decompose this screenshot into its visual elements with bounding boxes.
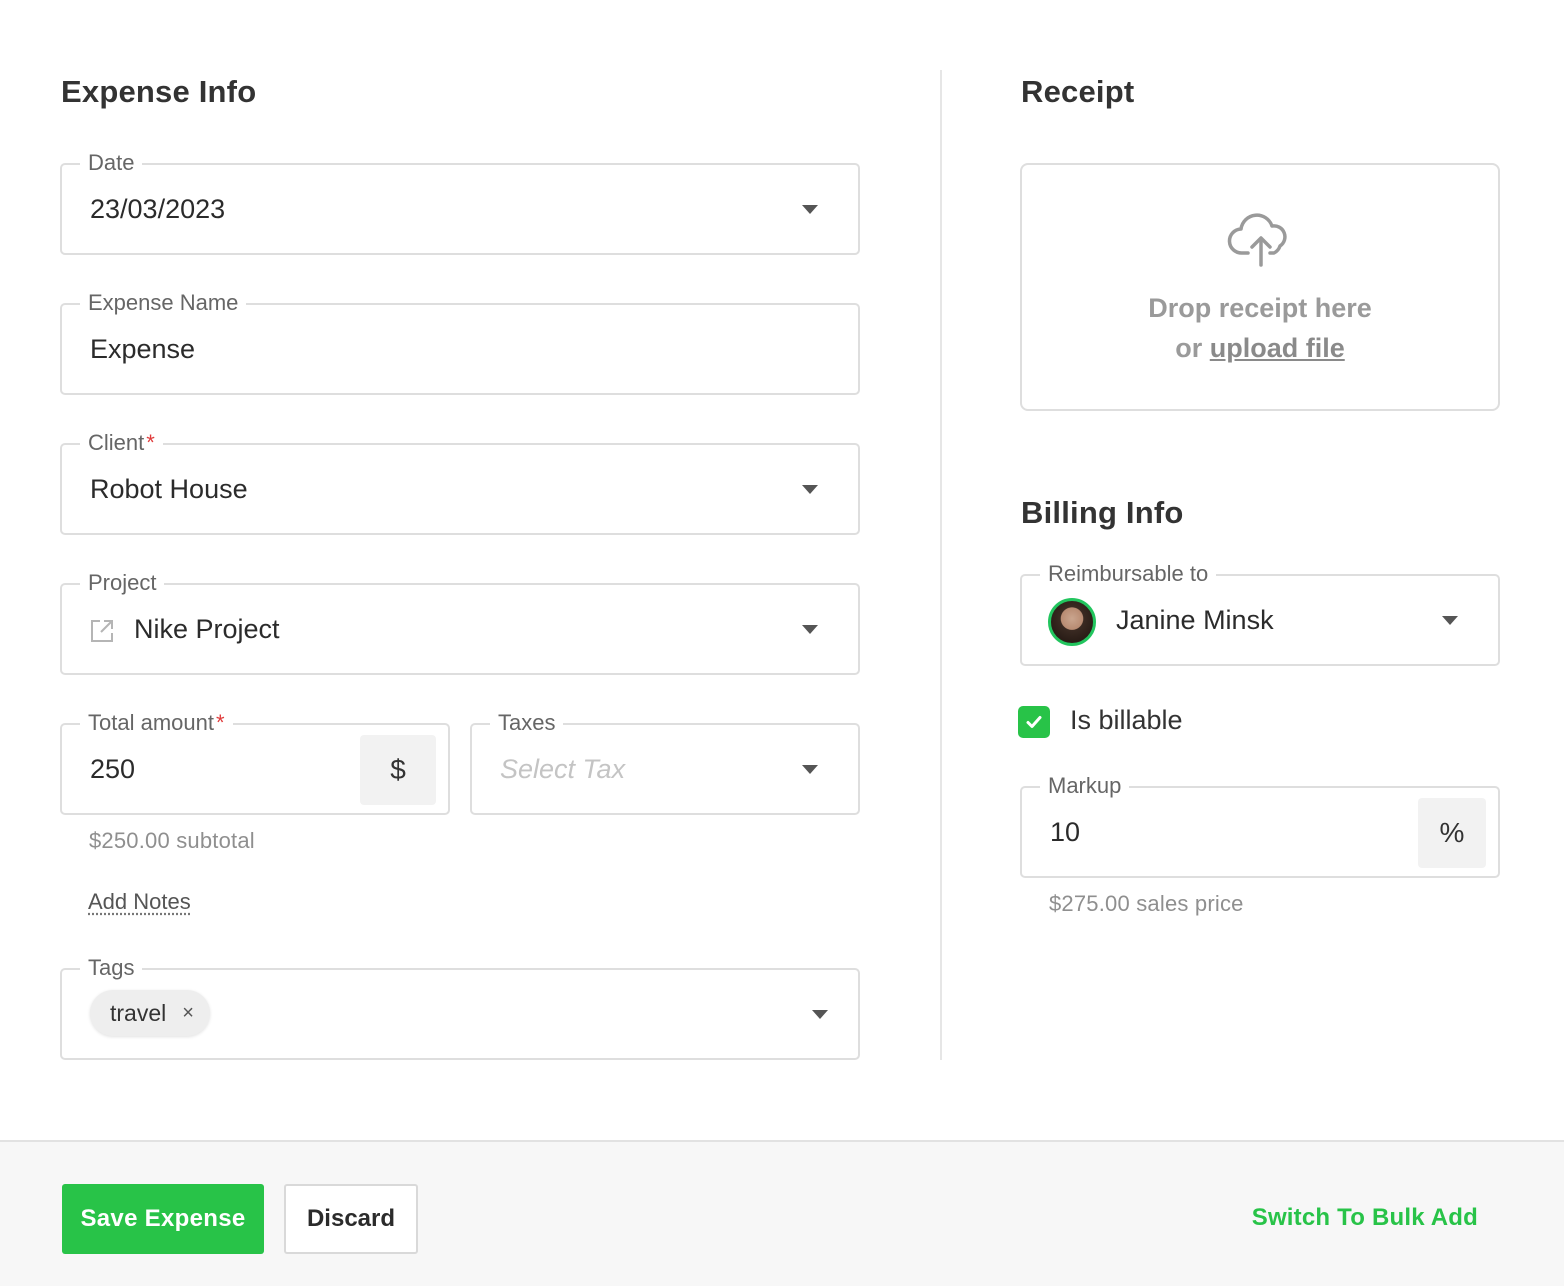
- client-field[interactable]: Client* Robot House: [60, 429, 860, 535]
- markup-value: 10: [1050, 816, 1081, 847]
- total-amount-field[interactable]: Total amount* 250 $: [60, 709, 450, 815]
- percent-addon: %: [1418, 798, 1486, 868]
- date-field[interactable]: Date 23/03/2023: [60, 149, 860, 255]
- is-billable-checkbox[interactable]: [1018, 706, 1050, 738]
- tags-field[interactable]: Tags travel ×: [60, 954, 860, 1060]
- is-billable-label: Is billable: [1070, 705, 1183, 735]
- sales-price-helper: $275.00 sales price: [1049, 891, 1244, 916]
- tag-label: travel: [110, 999, 167, 1026]
- cloud-upload-icon: [1226, 209, 1296, 274]
- check-icon: [1026, 716, 1042, 728]
- upload-file-link[interactable]: upload file: [1210, 333, 1345, 363]
- currency-addon: $: [360, 735, 436, 805]
- tag-chip: travel ×: [90, 990, 210, 1036]
- footer-bar: Save Expense Discard Switch To Bulk Add: [0, 1140, 1564, 1286]
- external-link-icon[interactable]: [90, 619, 114, 648]
- date-value: 23/03/2023: [90, 193, 226, 224]
- receipt-dropzone[interactable]: Drop receipt here or upload file: [1020, 163, 1500, 411]
- billing-info-title: Billing Info: [1021, 495, 1184, 530]
- subtotal-helper: $250.00 subtotal: [89, 828, 255, 853]
- discard-button[interactable]: Discard: [284, 1184, 418, 1254]
- reimbursable-to-value: Janine Minsk: [1116, 604, 1274, 635]
- upload-line: or upload file: [1022, 333, 1498, 364]
- expense-name-value: Expense: [90, 333, 196, 364]
- close-icon[interactable]: ×: [182, 1002, 194, 1025]
- chevron-down-icon[interactable]: [802, 205, 818, 214]
- required-marker: *: [215, 710, 225, 735]
- taxes-field[interactable]: Taxes Select Tax: [470, 709, 860, 815]
- chevron-down-icon[interactable]: [802, 485, 818, 494]
- or-text: or: [1175, 333, 1203, 363]
- chevron-down-icon[interactable]: [802, 765, 818, 774]
- chevron-down-icon[interactable]: [812, 1010, 828, 1019]
- project-field[interactable]: Project Nike Project: [60, 569, 860, 675]
- avatar: [1048, 598, 1096, 646]
- chevron-down-icon[interactable]: [1442, 616, 1458, 625]
- save-expense-button[interactable]: Save Expense: [62, 1184, 264, 1254]
- expense-name-field[interactable]: Expense Name Expense: [60, 289, 860, 395]
- add-notes-link[interactable]: Add Notes: [88, 889, 191, 915]
- drop-receipt-text: Drop receipt here: [1148, 293, 1372, 323]
- client-value: Robot House: [90, 473, 248, 504]
- column-divider: [940, 70, 942, 1060]
- switch-to-bulk-add-link[interactable]: Switch To Bulk Add: [1252, 1204, 1478, 1232]
- expense-info-title: Expense Info: [61, 74, 257, 109]
- total-amount-value: 250: [90, 753, 136, 784]
- project-value: Nike Project: [134, 613, 280, 644]
- tags-label: Tags: [80, 954, 143, 982]
- chevron-down-icon[interactable]: [802, 625, 818, 634]
- taxes-placeholder: Select Tax: [500, 753, 626, 784]
- markup-field[interactable]: Markup 10 %: [1020, 772, 1500, 878]
- receipt-title: Receipt: [1021, 74, 1135, 109]
- reimbursable-to-field[interactable]: Reimbursable to Janine Minsk: [1020, 560, 1500, 666]
